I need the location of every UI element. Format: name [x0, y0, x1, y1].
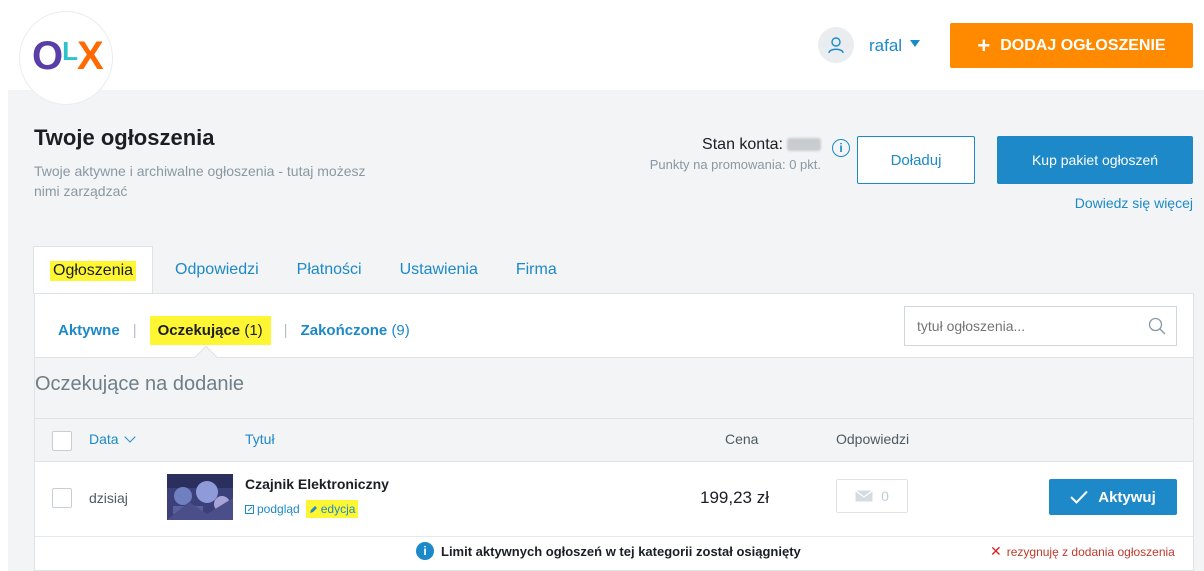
page-subtitle: Twoje aktywne i archiwalne ogłoszenia - … [34, 163, 366, 199]
caret-down-icon[interactable] [910, 40, 920, 47]
listing-search [904, 306, 1177, 346]
replies-button[interactable]: 0 [836, 479, 908, 513]
row-checkbox[interactable] [52, 488, 72, 508]
promotion-points: Punkty na promowania: 0 pkt. [649, 157, 821, 172]
search-input[interactable] [905, 307, 1135, 345]
header-price: Cena [725, 431, 759, 447]
table-header [35, 418, 1193, 462]
listing-thumbnail[interactable] [167, 474, 233, 520]
header-title[interactable]: Tytuł [245, 431, 275, 447]
tab-platnosci[interactable]: Płatności [281, 246, 378, 294]
balance-value-redacted [787, 138, 821, 152]
add-listing-button[interactable]: + DODAJ OGŁOSZENIE [950, 23, 1193, 68]
status-subtabs: Aktywne | Oczekujące (1) | Zakończone (9… [58, 316, 410, 345]
page-title: Twoje ogłoszenia [34, 125, 215, 150]
tab-ustawienia[interactable]: Ustawienia [384, 246, 494, 294]
header-replies: Odpowiedzi [836, 431, 910, 447]
info-icon: i [416, 542, 434, 560]
external-link-icon [245, 504, 254, 514]
limit-message: i Limit aktywnych ogłoszeń w tej kategor… [416, 542, 801, 560]
subtab-finished[interactable]: Zakończone (9) [301, 322, 410, 339]
tab-ogloszenia[interactable]: Ogłoszenia [33, 246, 154, 294]
subtab-active[interactable]: Aktywne [58, 322, 120, 339]
main-tabs: Ogłoszenia Odpowiedzi Płatności Ustawien… [33, 246, 579, 294]
listing-actions: podgląd edycja [245, 500, 359, 518]
tab-odpowiedzi[interactable]: Odpowiedzi [159, 246, 275, 294]
edit-link[interactable]: edycja [305, 500, 359, 518]
preview-link[interactable]: podgląd [245, 502, 300, 516]
user-name-menu[interactable]: rafal [869, 36, 902, 56]
resign-link[interactable]: ✕ rezygnuję z dodania ogłoszenia [990, 543, 1175, 560]
olx-logo[interactable]: OLX [20, 12, 112, 104]
listing-title[interactable]: Czajnik Elektroniczny [245, 476, 389, 492]
subtab-pending[interactable]: Oczekujące (1) [149, 316, 271, 345]
close-icon: ✕ [990, 543, 1002, 559]
user-icon [828, 37, 844, 54]
tab-firma[interactable]: Firma [500, 246, 573, 294]
user-avatar[interactable] [818, 27, 854, 63]
balance-label: Stan konta: [702, 136, 783, 153]
row-date: dzisiaj [89, 490, 128, 506]
info-icon[interactable]: i [832, 139, 850, 157]
buy-package-button[interactable]: Kup pakiet ogłoszeń [997, 136, 1193, 184]
subtab-separator: | [132, 322, 137, 339]
topup-button[interactable]: Doładuj [857, 136, 975, 184]
subtab-separator: | [283, 322, 288, 339]
plus-icon: + [977, 32, 991, 58]
activate-button[interactable]: Aktywuj [1049, 479, 1177, 515]
envelope-icon [855, 490, 873, 502]
select-all-checkbox[interactable] [52, 431, 72, 451]
pencil-icon [309, 505, 317, 513]
section-title: Oczekujące na dodanie [35, 373, 245, 395]
checkmark-icon [1070, 490, 1088, 504]
chevron-down-icon [123, 431, 136, 443]
row-divider [35, 536, 1193, 537]
sort-by-date[interactable]: Data [89, 431, 136, 447]
account-summary: Stan konta: Punkty na promowania: 0 pkt. [585, 136, 821, 172]
learn-more-link[interactable]: Dowiedz się więcej [1000, 195, 1193, 211]
listing-price: 199,23 zł [700, 488, 769, 507]
top-header: OLX rafal + DODAJ OGŁOSZENIE [0, 0, 1204, 104]
search-icon[interactable] [1148, 317, 1166, 335]
